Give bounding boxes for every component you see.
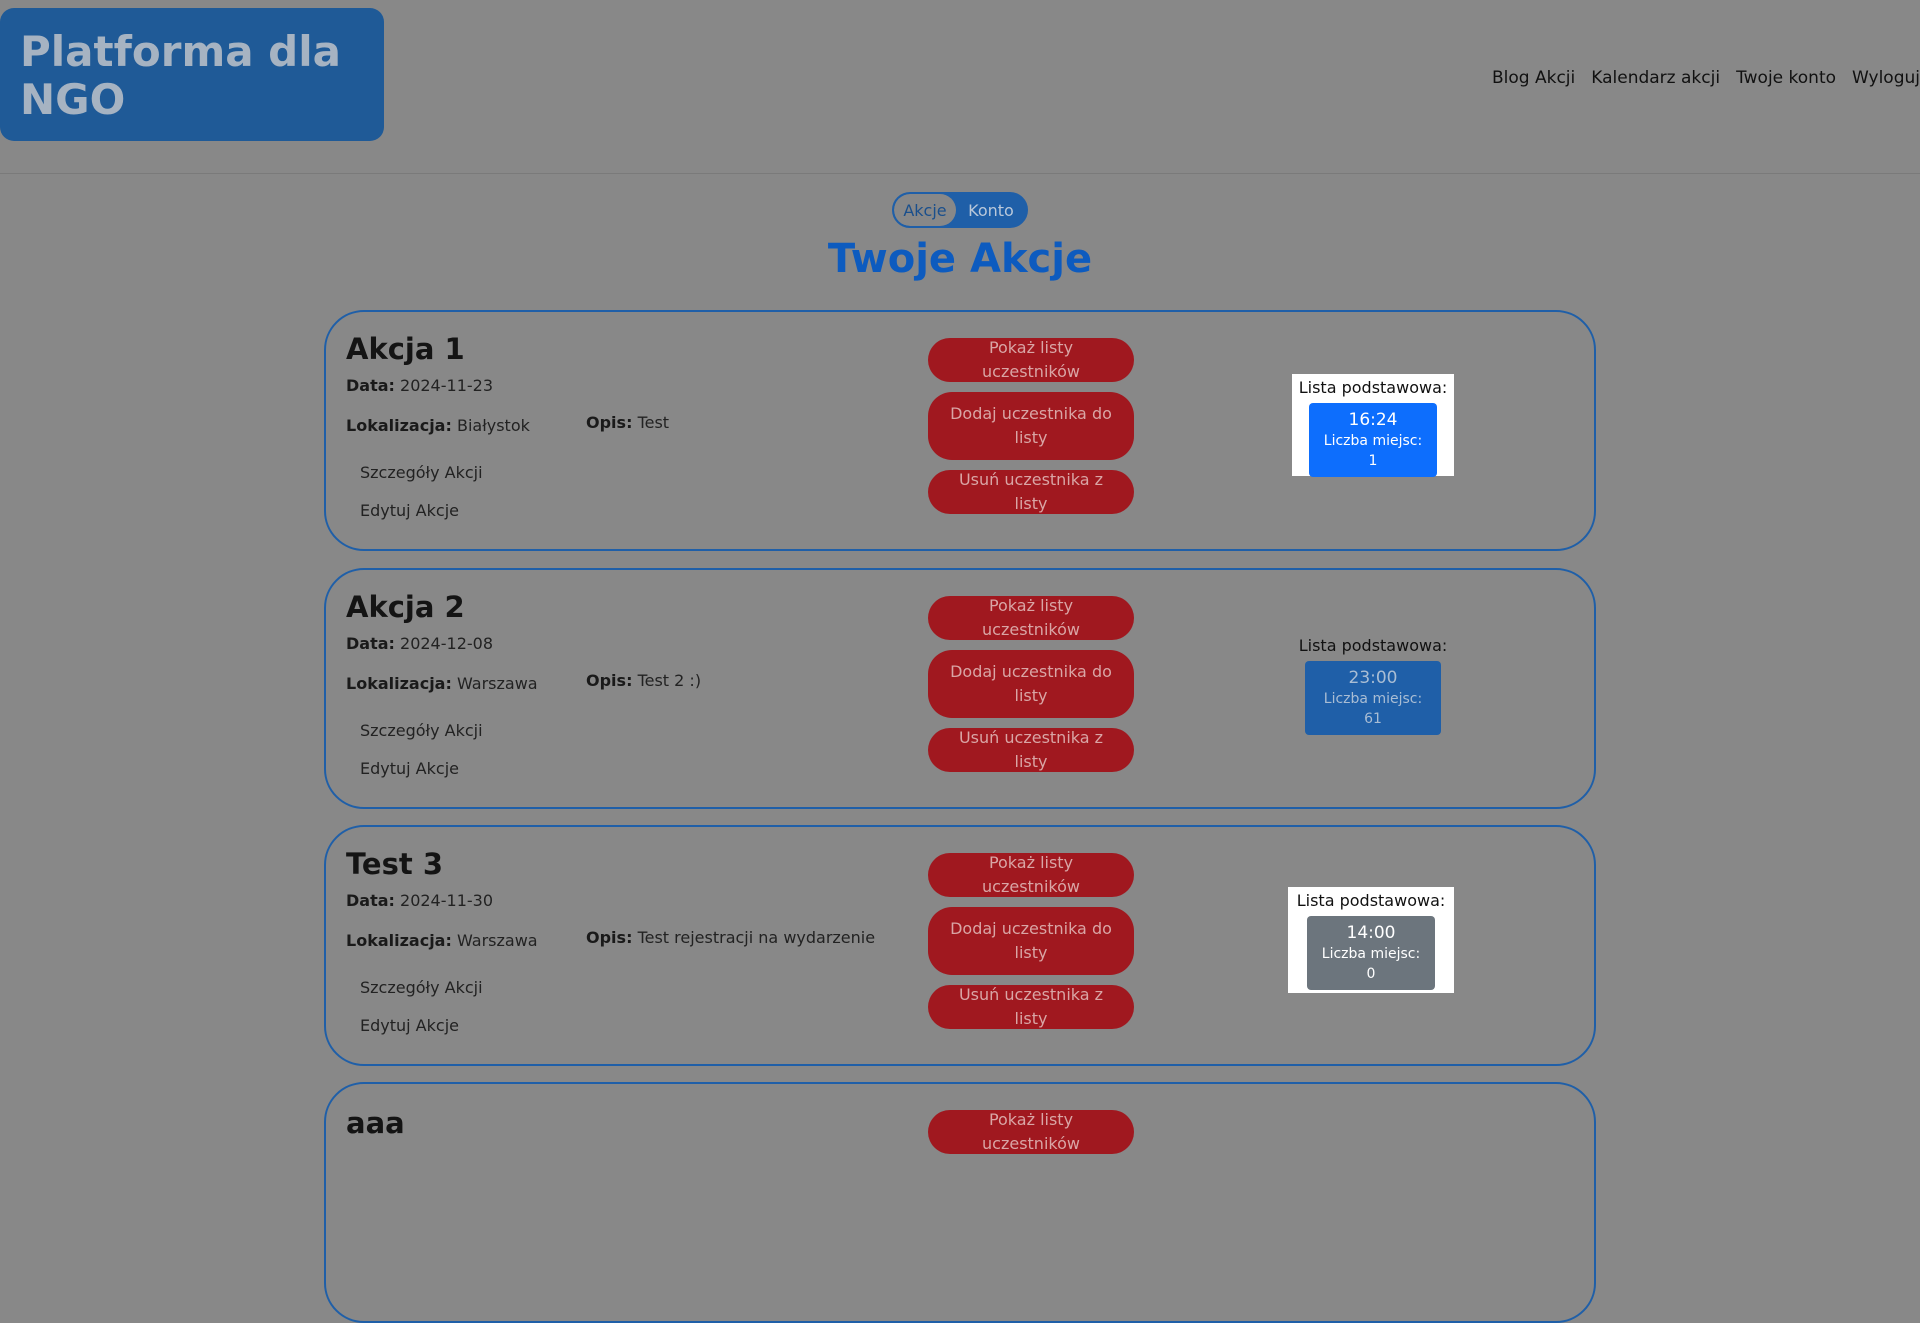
action-card: Akcja 1 Data: 2024-11-23 Lokalizacja: Bi… <box>324 310 1596 551</box>
nav-blog-akcji[interactable]: Blog Akcji <box>1492 68 1575 88</box>
add-participant-button[interactable]: Dodaj uczestnika do listy <box>928 650 1134 718</box>
nav-kalendarz-akcji[interactable]: Kalendarz akcji <box>1591 68 1720 88</box>
action-title: Akcja 2 <box>346 590 465 624</box>
nav-twoje-konto[interactable]: Twoje konto <box>1736 68 1836 88</box>
add-participant-button[interactable]: Dodaj uczestnika do listy <box>928 907 1134 975</box>
slot-seats: Liczba miejsc: 0 <box>1321 946 1421 982</box>
location-label: Lokalizacja: <box>346 931 452 950</box>
remove-participant-button[interactable]: Usuń uczestnika z listy <box>928 728 1134 772</box>
action-card: aaa Pokaż listy uczestników <box>324 1082 1596 1323</box>
slot-seats: Liczba miejsc: 61 <box>1323 691 1423 727</box>
description-value: Test rejestracji na wydarzenie <box>637 928 876 947</box>
action-description: Opis: Test rejestracji na wydarzenie <box>586 928 875 947</box>
description-value: Test <box>637 413 670 432</box>
action-date: Data: 2024-11-23 <box>346 376 493 395</box>
slot-time: 16:24 <box>1348 410 1398 430</box>
location-value: Warszawa <box>456 674 538 693</box>
list-title: Lista podstawowa: <box>1298 636 1448 655</box>
time-slot[interactable]: 14:00 Liczba miejsc: 0 <box>1307 916 1435 990</box>
action-location: Lokalizacja: Warszawa <box>346 931 538 950</box>
toggle-akcje[interactable]: Akcje <box>894 194 956 226</box>
description-label: Opis: <box>586 413 633 432</box>
slot-seats: Liczba miejsc: 1 <box>1323 433 1423 469</box>
details-link[interactable]: Szczegóły Akcji <box>360 721 483 740</box>
main-nav: Blog Akcji Kalendarz akcji Twoje konto W… <box>1492 68 1920 88</box>
location-value: Warszawa <box>456 931 538 950</box>
show-lists-button[interactable]: Pokaż listy uczestników <box>928 1110 1134 1154</box>
date-label: Data: <box>346 376 395 395</box>
toggle-konto[interactable]: Konto <box>956 194 1026 226</box>
time-slot[interactable]: 16:24 Liczba miejsc: 1 <box>1309 403 1437 477</box>
action-description: Opis: Test <box>586 413 669 432</box>
remove-participant-button[interactable]: Usuń uczestnika z listy <box>928 985 1134 1029</box>
show-lists-button[interactable]: Pokaż listy uczestników <box>928 338 1134 382</box>
edit-link[interactable]: Edytuj Akcje <box>360 501 459 520</box>
details-link[interactable]: Szczegóły Akcji <box>360 463 483 482</box>
add-participant-button[interactable]: Dodaj uczestnika do listy <box>928 392 1134 460</box>
edit-link[interactable]: Edytuj Akcje <box>360 759 459 778</box>
action-card: Test 3 Data: 2024-11-30 Lokalizacja: War… <box>324 825 1596 1066</box>
location-label: Lokalizacja: <box>346 674 452 693</box>
view-toggle: Akcje Konto <box>892 192 1028 228</box>
time-slot[interactable]: 23:00 Liczba miejsc: 61 <box>1305 661 1441 735</box>
date-label: Data: <box>346 891 395 910</box>
action-title: aaa <box>346 1106 405 1140</box>
page-title: Twoje Akcje <box>827 236 1093 282</box>
edit-link[interactable]: Edytuj Akcje <box>360 1016 459 1035</box>
top-header: Platforma dla NGO Blog Akcji Kalendarz a… <box>0 0 1920 174</box>
site-logo[interactable]: Platforma dla NGO <box>0 8 384 141</box>
action-title: Akcja 1 <box>346 332 465 366</box>
remove-participant-button[interactable]: Usuń uczestnika z listy <box>928 470 1134 514</box>
action-location: Lokalizacja: Białystok <box>346 416 530 435</box>
list-panel: Lista podstawowa: 23:00 Liczba miejsc: 6… <box>1292 632 1454 735</box>
description-label: Opis: <box>586 671 633 690</box>
show-lists-button[interactable]: Pokaż listy uczestników <box>928 853 1134 897</box>
show-lists-button[interactable]: Pokaż listy uczestników <box>928 596 1134 640</box>
action-card: Akcja 2 Data: 2024-12-08 Lokalizacja: Wa… <box>324 568 1596 809</box>
date-label: Data: <box>346 634 395 653</box>
list-panel: Lista podstawowa: 16:24 Liczba miejsc: 1 <box>1292 374 1454 477</box>
list-title: Lista podstawowa: <box>1296 891 1446 910</box>
description-value: Test 2 :) <box>637 671 702 690</box>
action-description: Opis: Test 2 :) <box>586 671 701 690</box>
action-date: Data: 2024-11-30 <box>346 891 493 910</box>
slot-time: 14:00 <box>1346 923 1396 943</box>
location-label: Lokalizacja: <box>346 416 452 435</box>
list-panel: Lista podstawowa: 14:00 Liczba miejsc: 0 <box>1288 887 1454 993</box>
nav-wyloguj[interactable]: Wyloguj <box>1852 68 1920 88</box>
action-location: Lokalizacja: Warszawa <box>346 674 538 693</box>
action-title: Test 3 <box>346 847 443 881</box>
slot-time: 23:00 <box>1348 668 1398 688</box>
details-link[interactable]: Szczegóły Akcji <box>360 978 483 997</box>
description-label: Opis: <box>586 928 633 947</box>
date-value: 2024-11-23 <box>400 376 493 395</box>
date-value: 2024-11-30 <box>400 891 493 910</box>
action-date: Data: 2024-12-08 <box>346 634 493 653</box>
date-value: 2024-12-08 <box>400 634 493 653</box>
location-value: Białystok <box>456 416 530 435</box>
list-title: Lista podstawowa: <box>1298 378 1448 397</box>
